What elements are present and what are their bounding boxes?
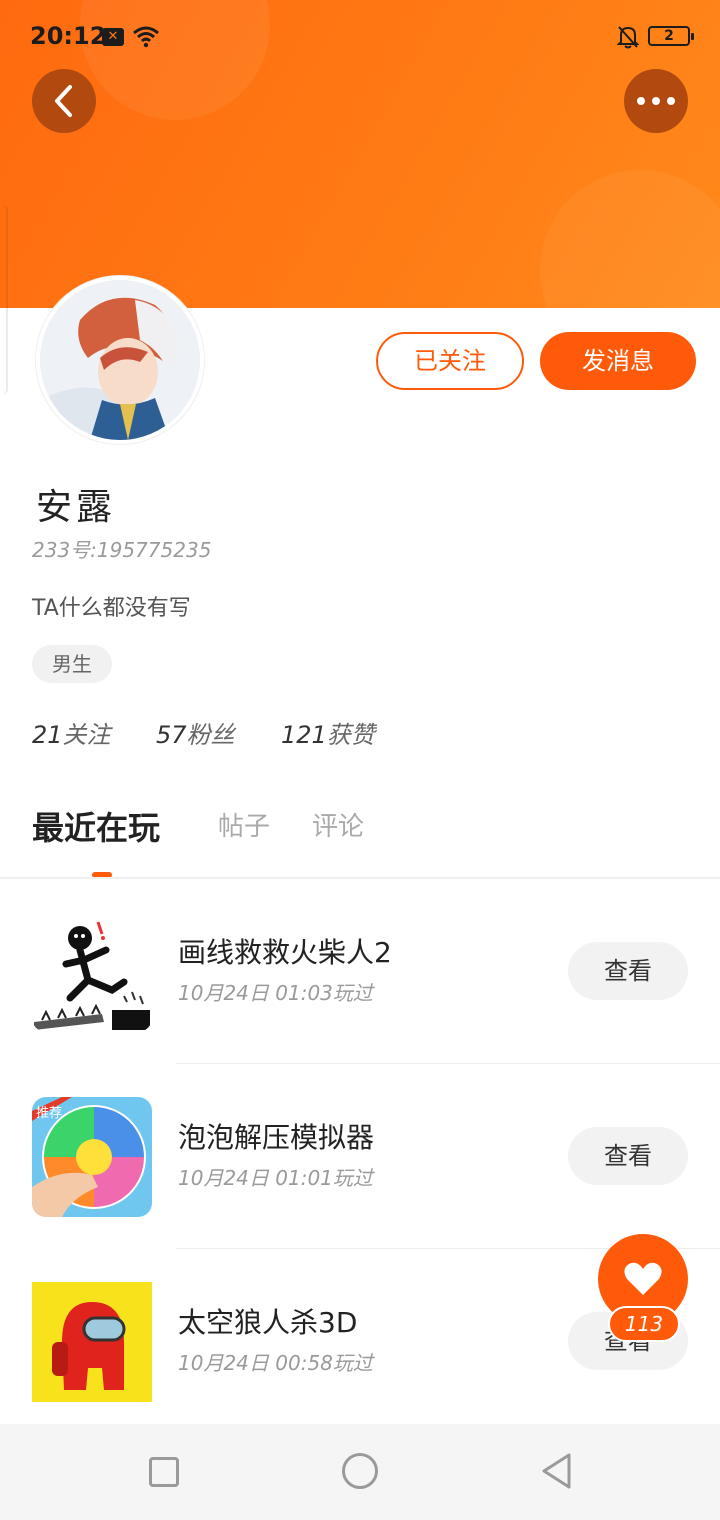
battery-icon: 2 bbox=[648, 26, 694, 46]
game-played-time: 10月24日 01:03玩过 bbox=[178, 981, 373, 1005]
system-nav-bar bbox=[0, 1424, 720, 1520]
more-button[interactable] bbox=[624, 69, 688, 133]
wifi-icon bbox=[133, 26, 159, 48]
game-title: 太空狼人杀3D bbox=[178, 1306, 358, 1339]
view-button[interactable]: 查看 bbox=[568, 942, 688, 1000]
status-bar: 20:12 ✕ 2 bbox=[0, 0, 720, 72]
tab-comments[interactable]: 评论 bbox=[312, 806, 364, 843]
avatar-image bbox=[40, 280, 200, 440]
game-title: 画线救救火柴人2 bbox=[178, 936, 392, 969]
game-played-time: 10月24日 01:01玩过 bbox=[178, 1166, 373, 1190]
tab-posts[interactable]: 帖子 bbox=[218, 806, 270, 843]
bell-muted-icon bbox=[616, 26, 640, 49]
sim-icon: ✕ bbox=[102, 28, 124, 46]
game-icon-pop-it: 推荐 bbox=[32, 1097, 152, 1217]
home-icon[interactable] bbox=[342, 1453, 378, 1489]
tab-recently-played[interactable]: 最近在玩 bbox=[32, 803, 160, 849]
stat-label: 粉丝 bbox=[186, 721, 235, 749]
user-bio: TA什么都没有写 bbox=[32, 596, 191, 621]
stat-number: 57 bbox=[156, 721, 187, 749]
likes-received-count[interactable]: 121获赞 bbox=[281, 715, 375, 750]
chevron-left-icon bbox=[55, 85, 72, 117]
user-id: 233号:195775235 bbox=[32, 538, 212, 562]
back-button[interactable] bbox=[32, 69, 96, 133]
stat-number: 21 bbox=[32, 721, 63, 749]
stat-label: 获赞 bbox=[326, 721, 375, 749]
following-button[interactable]: 已关注 bbox=[376, 332, 524, 390]
recent-apps-icon[interactable] bbox=[149, 1457, 179, 1487]
heart-icon bbox=[624, 1262, 662, 1295]
game-played-time: 10月24日 00:58玩过 bbox=[178, 1351, 373, 1375]
back-triangle-icon[interactable] bbox=[540, 1452, 572, 1490]
game-icon-stickman bbox=[32, 912, 152, 1032]
gender-tag: 男生 bbox=[32, 645, 112, 683]
more-dots-icon bbox=[637, 97, 675, 105]
user-name: 安露 bbox=[36, 487, 117, 528]
stat-number: 121 bbox=[281, 721, 327, 749]
view-button[interactable]: 查看 bbox=[568, 1127, 688, 1185]
game-list-item[interactable]: 推荐 泡泡解压模拟器 10月24日 01:01玩过 查看 bbox=[0, 1064, 720, 1249]
followers-count[interactable]: 57粉丝 bbox=[156, 715, 235, 750]
send-message-button[interactable]: 发消息 bbox=[540, 332, 696, 390]
avatar[interactable] bbox=[36, 276, 204, 444]
status-time: 20:12 bbox=[30, 22, 107, 50]
game-list-item[interactable]: 画线救救火柴人2 10月24日 01:03玩过 查看 bbox=[0, 879, 720, 1064]
edge-handle bbox=[0, 205, 8, 395]
following-count[interactable]: 21关注 bbox=[32, 715, 111, 750]
recommend-badge: 推荐 bbox=[36, 1106, 62, 1121]
stat-label: 关注 bbox=[62, 721, 111, 749]
game-icon-among-us bbox=[32, 1282, 152, 1402]
game-title: 泡泡解压模拟器 bbox=[178, 1121, 375, 1154]
like-count-badge: 113 bbox=[608, 1306, 680, 1342]
